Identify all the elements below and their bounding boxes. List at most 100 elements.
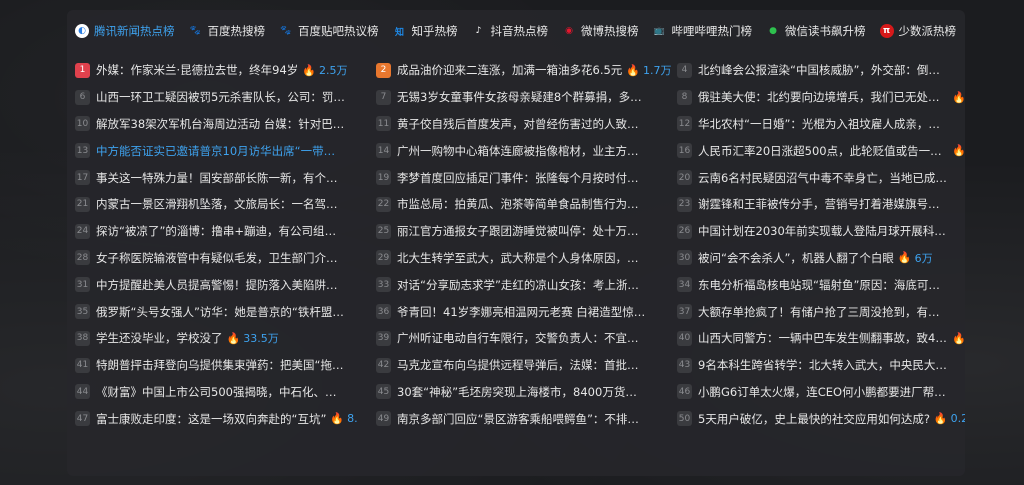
hot-indicator: 🔥 2.5万: [302, 62, 347, 78]
item-title: 北大生转学至武大，武大称是个人身体原因，其高考...: [397, 250, 647, 265]
hot-list-item[interactable]: 11 黄子佼自残后首度发声，对曾经伤害过的人致歉，尚...: [376, 111, 677, 138]
rank-badge: 33: [376, 277, 391, 293]
hot-list-item[interactable]: 13 中方能否证实已邀请普京10月访华出席“一带一路”...: [75, 137, 376, 164]
hot-list-item[interactable]: 30 被问“会不会杀人”，机器人翻了个白眼 🔥 6万: [677, 245, 965, 272]
hot-list-item[interactable]: 2 成品油价迎来二连涨，加满一箱油多花6.5元 🔥 1.7万: [376, 57, 677, 84]
rank-badge: 41: [75, 357, 90, 373]
hot-list-item[interactable]: 47 富士康败走印度：这是一场双向奔赴的“互坑” 🔥 8.: [75, 405, 376, 432]
hot-list-item[interactable]: 28 女子称医院输液管中有疑似毛发，卫生部门介入调查 ...: [75, 245, 376, 272]
hot-list-item[interactable]: 39 广州听证电动自行车限行，交警负责人：不宜对外卖...: [376, 325, 677, 352]
item-title: 大额存单抢疯了！有储户抢了三周没抢到，有银行称...: [698, 304, 948, 319]
rank-badge: 10: [75, 116, 90, 132]
hot-list-item[interactable]: 12 华北农村“一日婚”：光棍为入祖坟雇人成亲，职业...: [677, 111, 965, 138]
flame-icon: 🔥: [952, 331, 965, 345]
hot-list-item[interactable]: 1 外媒：作家米兰·昆德拉去世，终年94岁 🔥 2.5万: [75, 57, 376, 84]
tab-baidu-paw[interactable]: 🐾 百度贴吧热议榜: [279, 23, 379, 39]
sspai-icon: π: [879, 24, 894, 38]
item-title: 9名本科生跨省转学：北大转入武大，中央民大转入呼...: [698, 358, 948, 373]
hot-list-item[interactable]: 4 北约峰会公报渲染“中国核威胁”，外交部：倒打一...: [677, 57, 965, 84]
hot-list-item[interactable]: 24 探访“被凉了”的淄博：撸串+蹦迪，有公司组织五千...: [75, 218, 376, 245]
bilibili-tv-icon: 📺: [653, 26, 666, 36]
tab-douyin[interactable]: ♪ 抖音热点榜: [472, 23, 549, 39]
flame-icon: 🔥: [226, 331, 241, 345]
hot-value: 2.5万: [319, 64, 348, 78]
hot-list-item[interactable]: 33 对话“分享励志求学”走红的凉山女孩：考上浙大保...: [376, 271, 677, 298]
hot-list-grid: 1 外媒：作家米兰·昆德拉去世，终年94岁 🔥 2.5万 2 成品油价迎来二连涨，加满一箱…: [75, 57, 965, 476]
tab-sspai[interactable]: π 少数派热榜: [879, 23, 956, 39]
hot-indicator: 🔥 8.: [330, 412, 357, 425]
hot-indicator: 🔥: [952, 144, 965, 157]
hot-list-panel: ◐ 腾讯新闻热点榜 🐾 百度热搜榜 🐾 百度贴吧热议榜知知乎热榜 ♪ 抖音热点榜 ◉ 微博热搜榜 📺…: [67, 10, 965, 476]
item-title: 丽江官方通报女子跟团游睡觉被叫停：处十万元罚款...: [397, 224, 647, 239]
tab-label: 腾讯新闻热点榜: [94, 24, 175, 38]
hot-list-item[interactable]: 16 人民币汇率20日涨超500点，此轮贬值或告一段落 🔥: [677, 137, 965, 164]
item-title: 小鹏G6订单太火爆，连CEO何小鹏都要进厂帮忙拧螺...: [698, 384, 948, 399]
item-title: 山西一环卫工疑因被罚5元杀害队长，公司：罚款正常...: [96, 90, 346, 105]
hot-list-item[interactable]: 43 9名本科生跨省转学：北大转入武大，中央民大转入呼...: [677, 352, 965, 379]
hot-list-item[interactable]: 6 山西一环卫工疑因被罚5元杀害队长，公司：罚款正常...: [75, 84, 376, 111]
tab-weibo[interactable]: ◉ 微博热搜榜: [562, 23, 638, 39]
hot-list-item[interactable]: 29 北大生转学至武大，武大称是个人身体原因，其高考...: [376, 245, 677, 272]
item-title: 南京多部门回应“景区游客乘船喂鳄鱼”：不排除安...: [397, 411, 647, 426]
item-title: 成品油价迎来二连涨，加满一箱油多花6.5元: [397, 63, 623, 78]
rank-badge: 44: [75, 384, 90, 400]
rank-badge: 30: [677, 250, 692, 266]
hot-list-item[interactable]: 7 无锡3岁女童事件女孩母亲疑建8个群募捐，多名网友...: [376, 84, 677, 111]
rank-badge: 13: [75, 143, 90, 159]
hot-list-item[interactable]: 10 解放军38架次军机台海周边活动 台媒：针对巴拉圭总...: [75, 111, 376, 138]
item-title: 对话“分享励志求学”走红的凉山女孩：考上浙大保...: [397, 277, 647, 292]
item-title: 俄罗斯“头号女强人”访华：她是普京的“铁杆盟友...: [96, 304, 346, 319]
item-title: 谢霆锋和王菲被传分手，营销号打着港媒旗号造谣，...: [698, 197, 948, 212]
hot-list-item[interactable]: 38 学生还没毕业，学校没了 🔥 33.5万: [75, 325, 376, 352]
hot-list-item[interactable]: 25 丽江官方通报女子跟团游睡觉被叫停：处十万元罚款...: [376, 218, 677, 245]
baidu-paw-icon: 🐾: [280, 26, 292, 36]
hot-list-item[interactable]: 8 俄驻美大使：北约要向边境增兵，我们已无处可退 🔥: [677, 84, 965, 111]
hot-list-item[interactable]: 35 俄罗斯“头号女强人”访华：她是普京的“铁杆盟友...: [75, 298, 376, 325]
item-title: 北约峰会公报渲染“中国核威胁”，外交部：倒打一...: [698, 63, 948, 78]
hot-list-item[interactable]: 31 中方提醒赴美人员提高警惕！提防落入美陷阱及诱捕...: [75, 271, 376, 298]
tab-label: 百度贴吧热议榜: [298, 24, 379, 38]
hot-indicator: 🔥: [952, 332, 965, 345]
hot-list-item[interactable]: 20 云南6名村民疑因沼气中毒不幸身亡，当地已成立调查...: [677, 164, 965, 191]
rank-badge: 11: [376, 116, 391, 132]
hot-list-item[interactable]: 49 南京多部门回应“景区游客乘船喂鳄鱼”：不排除安...: [376, 405, 677, 432]
hot-list-item[interactable]: 36 爷青回！41岁李娜亮相温网元老赛 白裙造型惊艳 网...: [376, 298, 677, 325]
tab-wechat[interactable]: ● 微信读书飙升榜: [766, 23, 865, 39]
hot-list-item[interactable]: 22 市监总局：拍黄瓜、泡茶等简单食品制售行为将简化...: [376, 191, 677, 218]
tab-label: 抖音热点榜: [490, 24, 549, 38]
hot-list-item[interactable]: 26 中国计划在2030年前实现载人登陆月球开展科学探索...: [677, 218, 965, 245]
rank-badge: 4: [677, 62, 692, 78]
tab-zhihu[interactable]: 知知乎热榜: [393, 23, 458, 39]
hot-list-item[interactable]: 46 小鹏G6订单太火爆，连CEO何小鹏都要进厂帮忙拧螺...: [677, 379, 965, 406]
hot-list-item[interactable]: 45 30套“神秘”毛坯房突现上海楼市，8400万货值10余...: [376, 379, 677, 406]
item-title: 事关这一特殊力量！国安部部长陈一新，有个新部署 ...: [96, 170, 346, 185]
rank-badge: 35: [75, 304, 90, 320]
hot-indicator: 🔥 33.5万: [227, 330, 279, 346]
rank-badge: 1: [75, 62, 90, 78]
hot-list-item[interactable]: 50 5天用户破亿，史上最快的社交应用如何达成? 🔥 0.2: [677, 405, 965, 432]
tab-baidu-paw[interactable]: 🐾 百度热搜榜: [189, 23, 265, 39]
hot-list-item[interactable]: 41 特朗普抨击拜登向乌提供集束弹药：把美国“拖入第...: [75, 352, 376, 379]
tab-bilibili-tv[interactable]: 📺 哔哩哔哩热门榜: [653, 23, 752, 39]
hot-list-item[interactable]: 19 李梦首度回应插足门事件：张隆每个月按时付钱给前...: [376, 164, 677, 191]
hot-list-item[interactable]: 44 《财富》中国上市公司500强揭晓，中石化、中石油...: [75, 379, 376, 406]
hot-list-item[interactable]: 23 谢霆锋和王菲被传分手，营销号打着港媒旗号造谣，...: [677, 191, 965, 218]
tab-tencent-news[interactable]: ◐ 腾讯新闻热点榜: [75, 23, 175, 39]
hot-list-item[interactable]: 42 马克龙宣布向乌提供远程导弹后，法媒：首批法国远...: [376, 352, 677, 379]
hot-list-item[interactable]: 34 东电分析福岛核电站现“辐射鱼”原因：海底可能已...: [677, 271, 965, 298]
item-title: 爷青回！41岁李娜亮相温网元老赛 白裙造型惊艳 网...: [397, 304, 647, 319]
hot-list-item[interactable]: 40 山西大同警方：一辆中巴车发生侧翻事故，致4死6伤 🔥: [677, 325, 965, 352]
hot-list-item[interactable]: 37 大额存单抢疯了！有储户抢了三周没抢到，有银行称...: [677, 298, 965, 325]
flame-icon: 🔥: [302, 63, 316, 77]
item-title: 李梦首度回应插足门事件：张隆每个月按时付钱给前...: [397, 170, 647, 185]
rank-badge: 22: [376, 196, 391, 212]
hot-indicator: 🔥 1.7万: [626, 62, 671, 78]
hot-list-item[interactable]: 14 广州一购物中心箱体连廊被指像棺材，业主方回应：...: [376, 137, 677, 164]
item-title: 市监总局：拍黄瓜、泡茶等简单食品制售行为将简化...: [397, 197, 647, 212]
flame-icon: 🔥: [330, 412, 345, 426]
hot-list-item[interactable]: 21 内蒙古一景区滑翔机坠落，文旅局长：一名驾驶员和...: [75, 191, 376, 218]
hot-list-item[interactable]: 17 事关这一特殊力量！国安部部长陈一新，有个新部署 ...: [75, 164, 376, 191]
flame-icon: 🔥: [952, 144, 965, 158]
hot-value: 0.2: [950, 412, 965, 426]
rank-badge: 34: [677, 277, 692, 293]
